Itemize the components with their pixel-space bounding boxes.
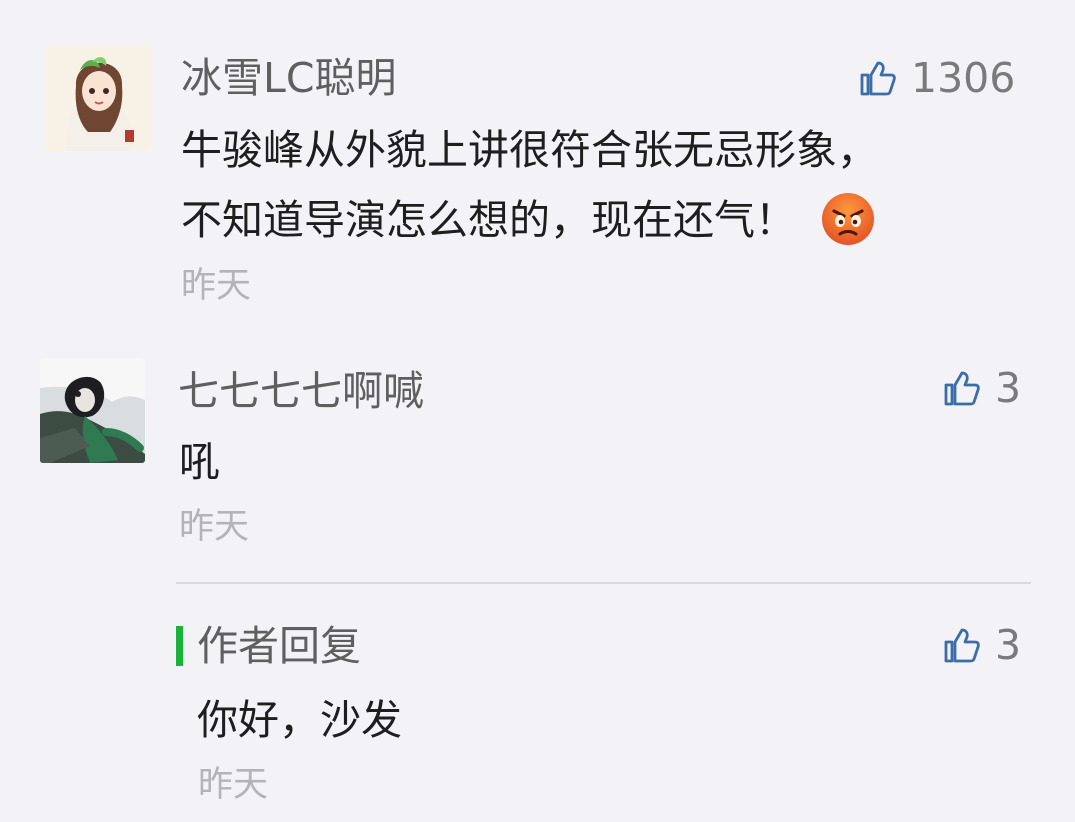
timestamp: 昨天 <box>198 765 269 805</box>
comment-text: 牛骏峰从外貌上讲很符合张无忌形象， <box>181 126 878 174</box>
like-count: 3 <box>995 621 1022 669</box>
author-reply-indicator <box>176 626 183 666</box>
comment-text: 不知道导演怎么想的，现在还气！ <box>181 186 876 254</box>
username[interactable]: 七七七七啊喊 <box>178 366 424 416</box>
like-count: 1306 <box>911 54 1016 102</box>
like-button[interactable]: 3 <box>943 620 1021 670</box>
username[interactable]: 冰雪LC聪明 <box>181 53 396 103</box>
like-button[interactable]: 3 <box>943 363 1021 413</box>
like-count: 3 <box>995 364 1022 412</box>
comment-text-line: 不知道导演怎么想的，现在还气！ <box>181 196 796 244</box>
thumbs-up-icon <box>944 371 980 406</box>
reply-text: 你好，沙发 <box>197 696 402 744</box>
avatar[interactable] <box>40 358 145 463</box>
author-reply-label: 作者回复 <box>197 622 361 670</box>
thumbs-up-icon <box>860 61 896 96</box>
angry-face-icon <box>820 191 876 247</box>
timestamp: 昨天 <box>181 266 252 306</box>
comment-section: 冰雪LC聪明 1306 牛骏峰从外貌上讲很符合张无忌形象， 不知道导演怎么想的，… <box>0 0 1075 822</box>
timestamp: 昨天 <box>179 507 250 547</box>
comment-text: 吼 <box>179 438 220 486</box>
divider <box>176 582 1031 584</box>
thumbs-up-icon <box>944 628 980 663</box>
avatar[interactable] <box>46 46 151 151</box>
like-button[interactable]: 1306 <box>859 53 1015 103</box>
